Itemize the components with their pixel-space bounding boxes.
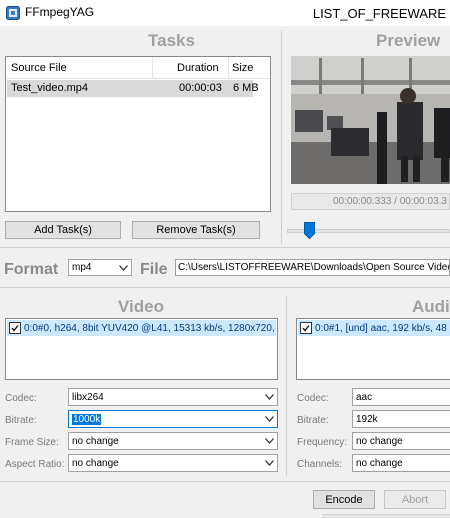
video-codec-label: Codec: bbox=[5, 393, 37, 404]
video-aspect-ratio-select[interactable]: no change bbox=[68, 454, 278, 472]
audio-title: Audi bbox=[412, 297, 450, 316]
slider-thumb[interactable] bbox=[304, 222, 315, 239]
title-bar: FFmpegYAG LIST_OF_FREEWARE bbox=[0, 0, 450, 26]
audio-channels-select[interactable]: no change bbox=[352, 454, 450, 472]
audio-stream-item[interactable]: 0:0#1, [und] aac, 192 kb/s, 48 k bbox=[298, 320, 450, 336]
video-stream-label: 0:0#0, h264, 8bit YUV420 @L41, 15313 kb/… bbox=[24, 322, 276, 334]
chevron-down-icon bbox=[119, 264, 128, 271]
window-title: FFmpegYAG bbox=[25, 5, 95, 19]
row-duration: 00:00:03 bbox=[179, 82, 222, 94]
chevron-down-icon bbox=[265, 416, 274, 422]
video-aspect-ratio-label: Aspect Ratio: bbox=[5, 459, 65, 470]
audio-frequency-label: Frequency: bbox=[297, 437, 348, 448]
preview-time-display: 00:00:00.333 / 00:00:03.3 bbox=[291, 193, 450, 210]
tasks-header: Source File Duration Size bbox=[6, 57, 270, 79]
video-title: Video bbox=[118, 297, 164, 316]
chevron-down-icon bbox=[265, 460, 274, 466]
tasks-preview-divider bbox=[281, 30, 282, 244]
video-preview-frame bbox=[291, 56, 450, 184]
actions-divider bbox=[0, 481, 450, 482]
preview-slider[interactable] bbox=[287, 222, 450, 242]
chevron-down-icon bbox=[265, 394, 274, 400]
video-frame-size-select[interactable]: no change bbox=[68, 432, 278, 450]
video-audio-divider bbox=[286, 296, 287, 476]
add-tasks-button[interactable]: Add Task(s) bbox=[5, 221, 121, 239]
remove-tasks-button[interactable]: Remove Task(s) bbox=[132, 221, 260, 239]
file-path-input[interactable]: C:\Users\LISTOFFREEWARE\Downloads\Open S… bbox=[175, 259, 450, 276]
column-header-source-file[interactable]: Source File bbox=[11, 62, 67, 74]
chevron-down-icon bbox=[265, 438, 274, 444]
video-stream-list[interactable]: 0:0#0, h264, 8bit YUV420 @L41, 15313 kb/… bbox=[5, 318, 278, 380]
format-label: Format bbox=[4, 261, 59, 278]
format-select[interactable]: mp4 bbox=[68, 259, 132, 276]
video-bitrate-value: 1000k bbox=[72, 413, 102, 425]
row-size: 6 MB bbox=[233, 82, 259, 94]
table-row[interactable]: Test_video.mp4 00:00:03 6 MB bbox=[7, 80, 259, 97]
audio-frequency-select[interactable]: no change bbox=[352, 432, 450, 450]
video-codec-select[interactable]: libx264 bbox=[68, 388, 278, 406]
audio-bitrate-label: Bitrate: bbox=[297, 415, 329, 426]
tasks-list[interactable]: Source File Duration Size Test_video.mp4… bbox=[5, 56, 271, 212]
video-stream-checkbox[interactable] bbox=[9, 322, 21, 334]
audio-channels-label: Channels: bbox=[297, 459, 343, 470]
format-divider bbox=[0, 247, 450, 248]
column-header-duration[interactable]: Duration bbox=[177, 62, 219, 74]
file-label: File bbox=[140, 261, 168, 278]
video-frame-size-label: Frame Size: bbox=[5, 437, 59, 448]
audio-stream-list[interactable]: 0:0#1, [und] aac, 192 kb/s, 48 k bbox=[296, 318, 450, 380]
abort-button[interactable]: Abort bbox=[384, 490, 446, 509]
streams-divider bbox=[0, 287, 450, 288]
checkmark-icon bbox=[11, 325, 19, 332]
watermark: LIST_OF_FREEWARE bbox=[312, 6, 446, 21]
app-icon bbox=[6, 6, 20, 20]
tasks-title: Tasks bbox=[148, 31, 195, 50]
video-bitrate-label: Bitrate: bbox=[5, 415, 37, 426]
column-header-size[interactable]: Size bbox=[232, 62, 253, 74]
audio-stream-checkbox[interactable] bbox=[300, 322, 312, 334]
row-source-file: Test_video.mp4 bbox=[11, 82, 89, 94]
audio-frequency-value: no change bbox=[356, 435, 403, 447]
audio-bitrate-value: 192k bbox=[356, 413, 378, 425]
audio-bitrate-select[interactable]: 192k bbox=[352, 410, 450, 428]
status-bar bbox=[322, 514, 450, 518]
audio-channels-value: no change bbox=[356, 457, 403, 469]
encode-button[interactable]: Encode bbox=[313, 490, 375, 509]
format-value: mp4 bbox=[72, 262, 92, 273]
audio-codec-select[interactable]: aac bbox=[352, 388, 450, 406]
video-aspect-ratio-value: no change bbox=[72, 457, 119, 469]
checkmark-icon bbox=[302, 325, 310, 332]
video-frame-size-value: no change bbox=[72, 435, 119, 447]
audio-stream-label: 0:0#1, [und] aac, 192 kb/s, 48 k bbox=[315, 322, 450, 334]
audio-codec-value: aac bbox=[356, 391, 373, 403]
video-stream-item[interactable]: 0:0#0, h264, 8bit YUV420 @L41, 15313 kb/… bbox=[7, 320, 276, 336]
audio-codec-label: Codec: bbox=[297, 393, 329, 404]
video-codec-value: libx264 bbox=[72, 391, 104, 403]
video-bitrate-select[interactable]: 1000k bbox=[68, 410, 278, 428]
preview-title: Preview bbox=[376, 31, 441, 50]
